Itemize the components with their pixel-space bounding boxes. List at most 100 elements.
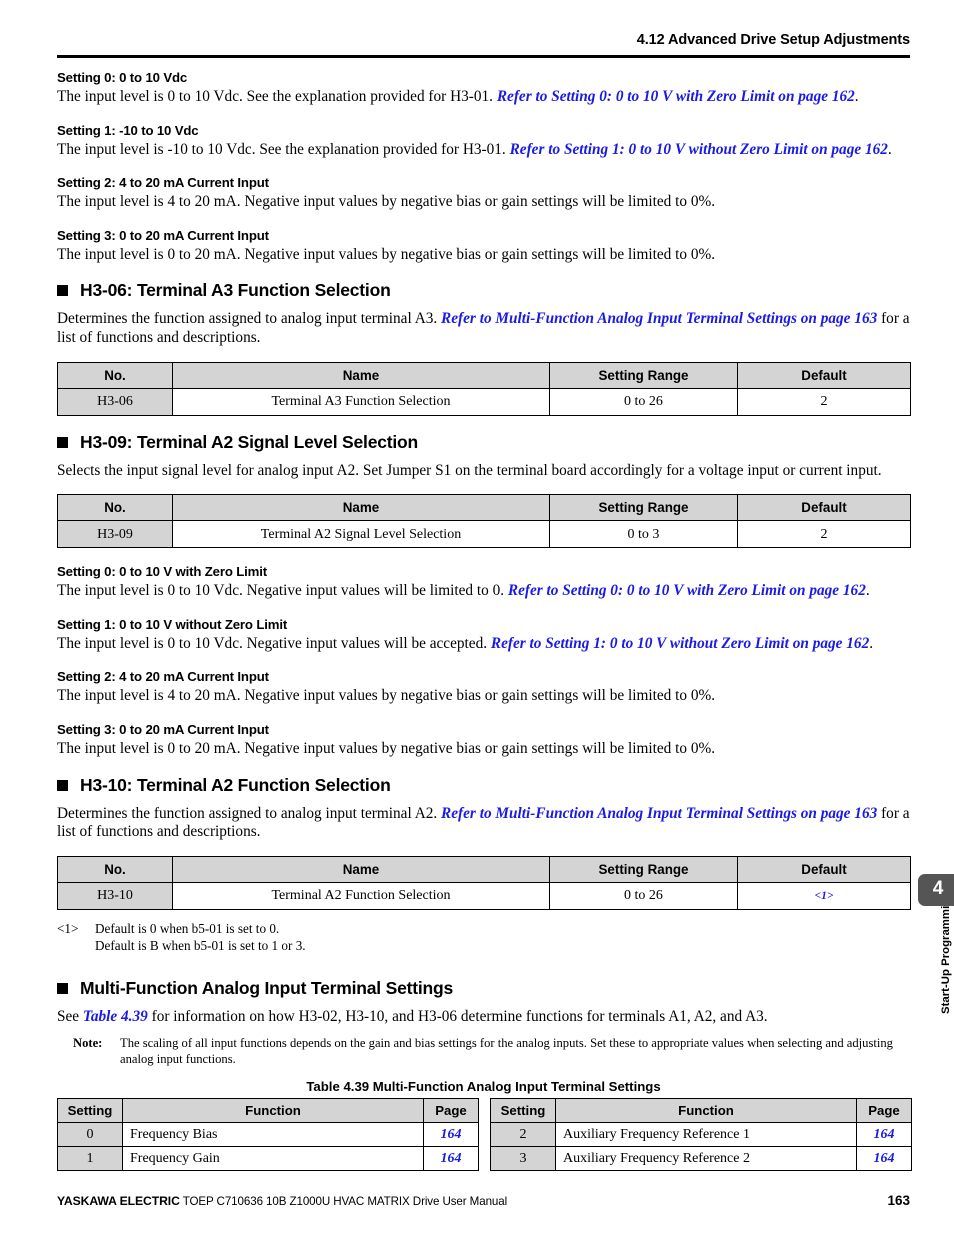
manual-page: 4.12 Advanced Drive Setup Adjustments Se… bbox=[0, 0, 954, 1235]
setting-block: Setting 3: 0 to 20 mA Current Input The … bbox=[57, 228, 910, 265]
section-paragraph: Selects the input signal level for analo… bbox=[57, 461, 882, 479]
section-heading-label: H3-06: Terminal A3 Function Selection bbox=[80, 280, 391, 301]
note-block: Note: The scaling of all input functions… bbox=[57, 1036, 910, 1067]
setting-heading: Setting 2: 4 to 20 mA Current Input bbox=[57, 175, 269, 191]
setting-paragraph: The input level is 0 to 20 mA. Negative … bbox=[57, 739, 716, 757]
settings-group-a: Setting 0: 0 to 10 Vdc The input level i… bbox=[57, 70, 910, 264]
setting-block: Setting 0: 0 to 10 Vdc The input level i… bbox=[57, 70, 910, 107]
section-paragraph: See Table 4.39 for information on how H3… bbox=[57, 1008, 910, 1027]
section-paragraph: Determines the function assigned to anal… bbox=[57, 310, 910, 347]
side-chapter-number: 4 bbox=[932, 878, 944, 899]
footnote-block: <1> Default is 0 when b5-01 is set to 0.… bbox=[57, 920, 910, 954]
cell-function: Frequency Bias bbox=[122, 1122, 424, 1148]
column-header-page: Page bbox=[856, 1098, 912, 1124]
setting-heading: Setting 0: 0 to 10 Vdc bbox=[57, 70, 188, 85]
page-content: Setting 0: 0 to 10 Vdc The input level i… bbox=[57, 70, 912, 1172]
cross-reference-link[interactable]: Refer to Setting 0: 0 to 10 V with Zero … bbox=[508, 582, 866, 599]
column-header-no: No. bbox=[57, 494, 173, 522]
setting-block: Setting 2: 4 to 20 mA Current Input The … bbox=[57, 669, 910, 706]
parameter-table-h3-09: No. Name Setting Range Default H3-09 Ter… bbox=[57, 494, 911, 549]
column-header-setting-range: Setting Range bbox=[549, 361, 738, 389]
note-label: Note: bbox=[73, 1036, 103, 1051]
mfa-table-left: Setting Function Page 0 Frequency Bias 1… bbox=[57, 1098, 479, 1172]
section-multi-function-analog: Multi-Function Analog Input Terminal Set… bbox=[57, 978, 912, 1172]
parameter-table-h3-10: No. Name Setting Range Default H3-10 Ter… bbox=[57, 855, 911, 910]
cell-setting-range: 0 to 26 bbox=[549, 387, 738, 416]
setting-block: Setting 3: 0 to 20 mA Current Input The … bbox=[57, 722, 910, 759]
square-bullet-icon bbox=[57, 779, 68, 791]
section-heading-label: H3-10: Terminal A2 Function Selection bbox=[80, 774, 391, 795]
footer-brand: YASKAWA ELECTRIC bbox=[57, 1194, 180, 1208]
section-heading-mfa: Multi-Function Analog Input Terminal Set… bbox=[57, 978, 910, 999]
cell-default: 2 bbox=[737, 387, 911, 416]
cell-setting: 0 bbox=[57, 1122, 123, 1148]
setting-block: Setting 2: 4 to 20 mA Current Input The … bbox=[57, 175, 910, 212]
side-chapter-tab[interactable]: 4 bbox=[918, 874, 954, 906]
column-header-name: Name bbox=[172, 361, 550, 389]
column-header-setting-range: Setting Range bbox=[549, 494, 738, 522]
cross-reference-link[interactable]: Refer to Setting 0: 0 to 10 V with Zero … bbox=[497, 88, 855, 105]
column-header-default: Default bbox=[737, 494, 911, 522]
section-h3-10: H3-10: Terminal A2 Function Selection De… bbox=[57, 775, 911, 954]
footer-manual-title: TOEP C710636 10B Z1000U HVAC MATRIX Driv… bbox=[179, 1195, 508, 1208]
cell-parameter-no: H3-10 bbox=[57, 881, 173, 910]
paragraph-text-tail: . bbox=[887, 140, 892, 158]
setting-paragraph: The input level is 0 to 10 Vdc. See the … bbox=[57, 88, 910, 107]
page-footer: YASKAWA ELECTRIC TOEP C710636 10B Z1000U… bbox=[57, 1193, 910, 1208]
cell-setting: 1 bbox=[57, 1146, 123, 1172]
column-header-function: Function bbox=[555, 1098, 857, 1124]
table-row: 0 Frequency Bias 164 bbox=[57, 1122, 479, 1148]
footer-page-number: 163 bbox=[887, 1193, 910, 1208]
section-heading-label: Multi-Function Analog Input Terminal Set… bbox=[80, 977, 454, 998]
cell-setting-range: 0 to 3 bbox=[549, 520, 738, 549]
cell-page-link[interactable]: 164 bbox=[856, 1122, 912, 1148]
cell-page-link[interactable]: 164 bbox=[423, 1122, 479, 1148]
footnote-reference-link[interactable]: <1> bbox=[815, 890, 834, 902]
paragraph-text-tail: . bbox=[854, 88, 859, 105]
footnote-line-2: Default is B when b5-01 is set to 1 or 3… bbox=[95, 937, 306, 953]
cell-function: Auxiliary Frequency Reference 2 bbox=[555, 1146, 857, 1172]
square-bullet-icon bbox=[57, 982, 68, 994]
setting-paragraph: The input level is 4 to 20 mA. Negative … bbox=[57, 687, 716, 705]
column-header-function: Function bbox=[122, 1098, 424, 1124]
setting-paragraph: The input level is 0 to 10 Vdc. Negative… bbox=[57, 582, 910, 601]
table-row: H3-10 Terminal A2 Function Selection 0 t… bbox=[57, 881, 911, 910]
footer-manual-info: YASKAWA ELECTRIC TOEP C710636 10B Z1000U… bbox=[57, 1194, 507, 1208]
cell-setting-range: 0 to 26 bbox=[549, 881, 738, 910]
paragraph-text: The input level is -10 to 10 Vdc. See th… bbox=[57, 140, 510, 158]
footnote-line-1: Default is 0 when b5-01 is set to 0. bbox=[95, 920, 280, 936]
cell-setting: 3 bbox=[490, 1146, 556, 1172]
column-header-name: Name bbox=[172, 855, 550, 883]
section-heading-h3-10: H3-10: Terminal A2 Function Selection bbox=[57, 775, 910, 796]
setting-paragraph: The input level is -10 to 10 Vdc. See th… bbox=[57, 141, 910, 160]
setting-block: Setting 0: 0 to 10 V with Zero Limit The… bbox=[57, 564, 910, 601]
parameter-table-h3-06: No. Name Setting Range Default H3-06 Ter… bbox=[57, 361, 911, 416]
column-header-setting-range: Setting Range bbox=[549, 855, 738, 883]
setting-heading: Setting 2: 4 to 20 mA Current Input bbox=[57, 669, 269, 685]
table-row: 3 Auxiliary Frequency Reference 2 164 bbox=[490, 1146, 912, 1172]
cell-page-link[interactable]: 164 bbox=[856, 1146, 912, 1172]
table-caption: Table 4.39 Multi-Function Analog Input T… bbox=[306, 1079, 661, 1095]
cell-parameter-name: Terminal A2 Function Selection bbox=[172, 881, 550, 910]
section-heading-h3-09: H3-09: Terminal A2 Signal Level Selectio… bbox=[57, 432, 910, 453]
cross-reference-link[interactable]: Refer to Setting 1: 0 to 10 V without Ze… bbox=[491, 635, 869, 652]
column-header-no: No. bbox=[57, 361, 173, 389]
paragraph-text: The input level is 0 to 10 Vdc. Negative… bbox=[57, 582, 508, 600]
setting-paragraph: The input level is 4 to 20 mA. Negative … bbox=[57, 193, 716, 211]
cell-page-link[interactable]: 164 bbox=[423, 1146, 479, 1172]
paragraph-text: Determines the function assigned to anal… bbox=[57, 310, 442, 328]
mfa-table-right: Setting Function Page 2 Auxiliary Freque… bbox=[490, 1098, 912, 1172]
setting-paragraph: The input level is 0 to 10 Vdc. Negative… bbox=[57, 635, 910, 654]
cross-reference-link[interactable]: Refer to Multi-Function Analog Input Ter… bbox=[441, 805, 877, 822]
cross-reference-link[interactable]: Refer to Setting 1: 0 to 10 V without Ze… bbox=[510, 141, 888, 158]
cross-reference-link[interactable]: Refer to Multi-Function Analog Input Ter… bbox=[441, 310, 877, 327]
multi-function-tables: Setting Function Page 0 Frequency Bias 1… bbox=[57, 1098, 912, 1172]
square-bullet-icon bbox=[57, 285, 68, 297]
table-header-row: No. Name Setting Range Default bbox=[57, 361, 911, 389]
table-header-row: No. Name Setting Range Default bbox=[57, 494, 911, 522]
section-paragraph: Determines the function assigned to anal… bbox=[57, 805, 910, 842]
table-row: 1 Frequency Gain 164 bbox=[57, 1146, 479, 1172]
section-h3-09: H3-09: Terminal A2 Signal Level Selectio… bbox=[57, 432, 911, 549]
table-reference-link[interactable]: Table 4.39 bbox=[83, 1008, 148, 1025]
setting-heading: Setting 0: 0 to 10 V with Zero Limit bbox=[57, 564, 268, 580]
